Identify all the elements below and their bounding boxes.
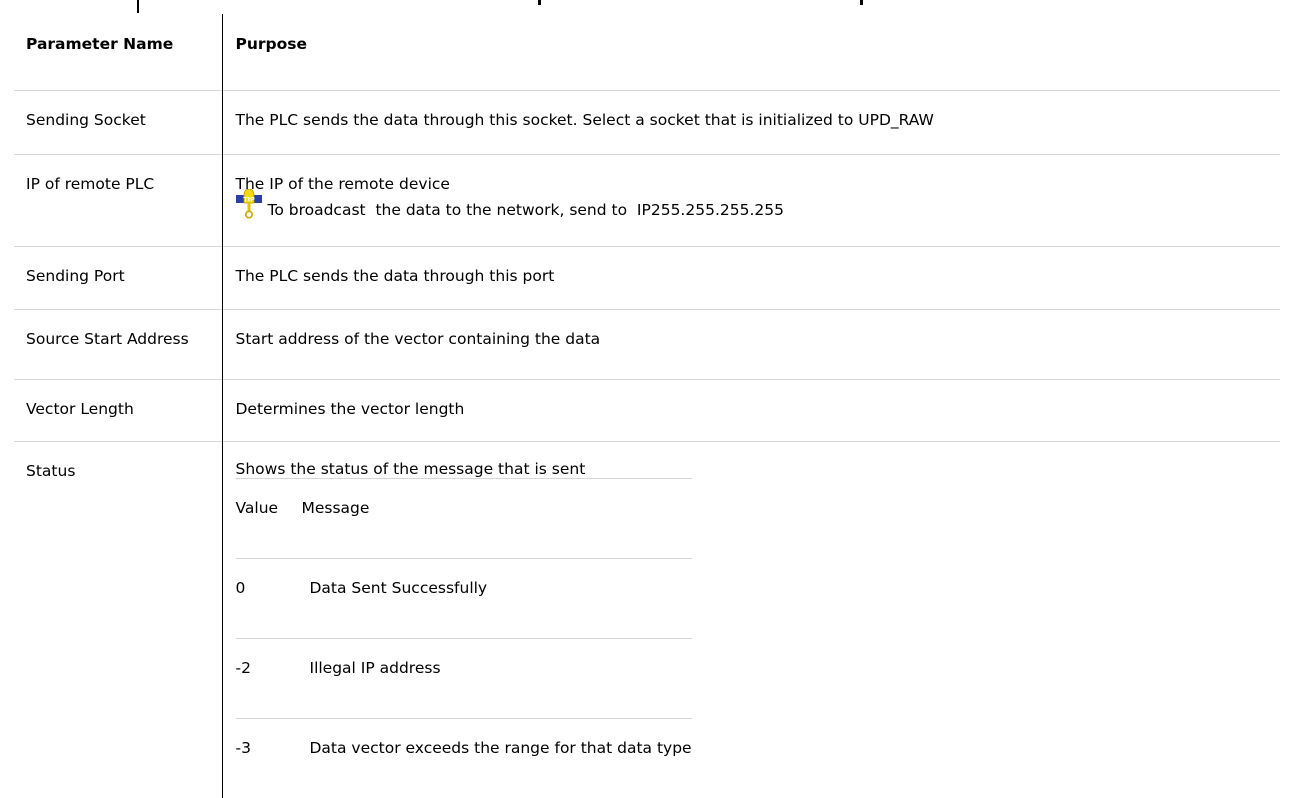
table-row: Vector Length Determines the vector leng… bbox=[14, 379, 1280, 441]
parameter-name: Source Start Address bbox=[14, 309, 222, 379]
status-codes-table: Value Message 0 Data Sent Successfully -… bbox=[236, 478, 692, 798]
header-purpose: Purpose bbox=[222, 14, 1280, 90]
status-code-row: -2 Illegal IP address bbox=[236, 638, 692, 718]
status-message: Illegal IP address bbox=[302, 638, 692, 718]
parameter-purpose: Shows the status of the message that is … bbox=[236, 460, 1281, 478]
header-parameter-name: Parameter Name bbox=[14, 14, 222, 90]
tip-note: TIP To broadcast the data to the network… bbox=[236, 195, 1281, 225]
status-value: -3 bbox=[236, 718, 302, 798]
parameter-name: Sending Socket bbox=[14, 90, 222, 154]
status-value: -2 bbox=[236, 638, 302, 718]
status-message: Data Sent Successfully bbox=[302, 558, 692, 638]
table-row: Source Start Address Start address of th… bbox=[14, 309, 1280, 379]
status-value-header: Value bbox=[236, 478, 302, 558]
table-header-row: Parameter Name Purpose bbox=[14, 14, 1280, 90]
tip-text: To broadcast the data to the network, se… bbox=[268, 199, 784, 221]
clipped-glyph bbox=[860, 0, 863, 5]
clipped-glyph bbox=[137, 0, 139, 13]
parameter-name: Status bbox=[14, 441, 222, 798]
parameter-name: Vector Length bbox=[14, 379, 222, 441]
status-codes-header: Value Message bbox=[236, 478, 692, 558]
svg-text:TIP: TIP bbox=[243, 195, 255, 203]
status-code-row: 0 Data Sent Successfully bbox=[236, 558, 692, 638]
parameter-purpose: Start address of the vector containing t… bbox=[222, 309, 1280, 379]
parameter-purpose-cell: The IP of the remote device TIP To broad… bbox=[222, 154, 1280, 246]
document-page: Parameter Name Purpose Sending Socket Th… bbox=[0, 0, 1294, 633]
parameter-name: Sending Port bbox=[14, 246, 222, 309]
status-message-header: Message bbox=[302, 478, 692, 558]
clipped-glyph bbox=[538, 0, 541, 5]
parameter-purpose: The PLC sends the data through this sock… bbox=[222, 90, 1280, 154]
parameter-purpose-cell: Shows the status of the message that is … bbox=[222, 441, 1280, 798]
table-row: Status Shows the status of the message t… bbox=[14, 441, 1280, 798]
parameter-purpose: Determines the vector length bbox=[222, 379, 1280, 441]
parameter-purpose: The IP of the remote device bbox=[236, 173, 1281, 195]
status-message: Data vector exceeds the range for that d… bbox=[302, 718, 692, 798]
table-row: Sending Socket The PLC sends the data th… bbox=[14, 90, 1280, 154]
status-code-row: -3 Data vector exceeds the range for tha… bbox=[236, 718, 692, 798]
status-value: 0 bbox=[236, 558, 302, 638]
tip-icon: TIP bbox=[236, 189, 262, 219]
parameter-purpose: The PLC sends the data through this port bbox=[222, 246, 1280, 309]
parameters-table: Parameter Name Purpose Sending Socket Th… bbox=[14, 14, 1280, 798]
table-row: Sending Port The PLC sends the data thro… bbox=[14, 246, 1280, 309]
table-row: IP of remote PLC The IP of the remote de… bbox=[14, 154, 1280, 246]
parameter-name: IP of remote PLC bbox=[14, 154, 222, 246]
